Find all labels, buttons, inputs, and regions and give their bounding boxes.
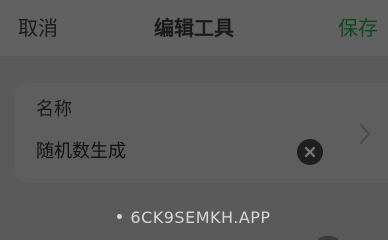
clear-circle-icon[interactable] — [297, 139, 323, 165]
name-field-input[interactable]: 随机数生成 — [36, 139, 126, 165]
name-field-card[interactable]: 名称 随机数生成 — [15, 83, 388, 183]
watermark: 6CK9SEMKH.APP — [0, 208, 388, 228]
navigation-bar: 取消 编辑工具 保存 — [0, 0, 388, 57]
watermark-text: 6CK9SEMKH.APP — [130, 208, 271, 227]
save-button[interactable]: 保存 — [338, 14, 378, 42]
bullet-dot-icon — [117, 214, 123, 219]
page-title: 编辑工具 — [154, 16, 234, 40]
clear-x-glyph — [304, 146, 316, 158]
name-field-label: 名称 — [36, 99, 72, 120]
chevron-right-icon[interactable] — [359, 123, 371, 149]
partial-element-peek — [318, 236, 338, 240]
edit-tool-screen: 取消 编辑工具 保存 名称 随机数生成 6CK9SEMKH.APP — [0, 0, 388, 240]
